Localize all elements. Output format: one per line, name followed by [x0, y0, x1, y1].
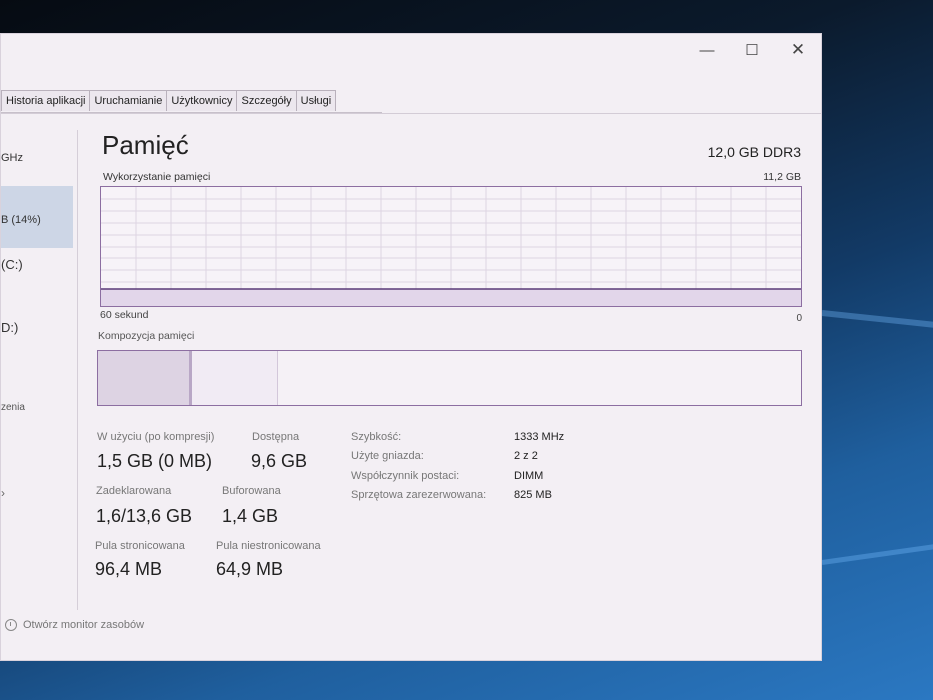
wallpaper-light-beam	[821, 310, 933, 330]
paged-pool-label: Pula stronicowana	[95, 540, 185, 552]
hardware-reserved-value: 825 MB	[514, 489, 552, 501]
tab-bar: Historia aplikacji Uruchamianie Użytkown…	[1, 90, 382, 113]
tab-bar-divider	[1, 113, 821, 114]
available-value: 9,6 GB	[251, 451, 308, 471]
sidebar-divider	[77, 130, 78, 610]
tab-app-history[interactable]: Historia aplikacji	[1, 90, 91, 111]
memory-usage-graph	[100, 186, 802, 307]
paged-pool-value: 96,4 MB	[95, 559, 163, 579]
page-title: Pamięć	[102, 130, 189, 160]
committed-label: Zadeklarowana	[96, 485, 172, 497]
resource-monitor-icon	[5, 619, 17, 631]
title-bar[interactable]: — ☐ ✕	[1, 34, 821, 72]
in-use-label: W użyciu (po kompresji)	[97, 431, 215, 443]
minimize-button[interactable]: —	[687, 38, 727, 62]
sidebar-item-devices[interactable]: zenia	[1, 402, 25, 413]
in-use-value: 1,5 GB (0 MB)	[97, 451, 213, 471]
maximize-button[interactable]: ☐	[732, 38, 772, 62]
usage-graph-label: Wykorzystanie pamięci	[103, 171, 211, 183]
sidebar-item-disk-d[interactable]: D:)	[1, 320, 18, 335]
wallpaper-light-beam	[821, 541, 933, 565]
task-manager-window: — ☐ ✕ Historia aplikacji Uruchamianie Uż…	[0, 33, 822, 661]
usage-graph-max: 11,2 GB	[763, 171, 801, 183]
composition-standby-segment[interactable]	[192, 351, 278, 405]
performance-sidebar: GHz B (14%) (C:) D:) zenia ›	[1, 114, 76, 634]
sidebar-item-memory[interactable]: B (14%)	[1, 186, 73, 248]
usage-area	[101, 289, 801, 306]
form-factor-label: Współczynnik postaci:	[351, 470, 460, 482]
cached-label: Buforowana	[222, 485, 281, 497]
tab-services[interactable]: Usługi	[295, 90, 337, 111]
sidebar-item-memory-label: B (14%)	[1, 214, 41, 226]
nonpaged-pool-value: 64,9 MB	[216, 559, 284, 579]
slots-used-label: Użyte gniazda:	[351, 450, 424, 462]
nonpaged-pool-label: Pula niestronicowana	[216, 540, 321, 552]
slots-used-value: 2 z 2	[514, 450, 538, 462]
tab-users[interactable]: Użytkownicy	[166, 90, 238, 111]
sidebar-item-disk-c[interactable]: (C:)	[1, 257, 23, 272]
committed-value: 1,6/13,6 GB	[96, 506, 193, 526]
sidebar-item-cpu[interactable]: GHz	[1, 152, 23, 164]
composition-in-use-segment[interactable]	[98, 351, 191, 405]
speed-value: 1333 MHz	[514, 431, 565, 443]
graph-time-zero: 0	[796, 313, 802, 324]
cached-value: 1,4 GB	[222, 506, 279, 526]
usage-graph-canvas	[101, 187, 801, 306]
close-button[interactable]: ✕	[778, 38, 818, 62]
chevron-right-icon[interactable]: ›	[1, 486, 5, 500]
memory-type: 12,0 GB DDR3	[707, 144, 801, 160]
tab-startup[interactable]: Uruchamianie	[89, 90, 168, 111]
available-label: Dostępna	[252, 431, 300, 443]
open-resource-monitor-link[interactable]: Otwórz monitor zasobów	[5, 619, 144, 631]
memory-composition-bar	[97, 350, 802, 406]
hardware-reserved-label: Sprzętowa zarezerwowana:	[351, 489, 487, 501]
open-resource-monitor-label: Otwórz monitor zasobów	[23, 619, 145, 631]
speed-label: Szybkość:	[351, 431, 402, 443]
graph-time-label: 60 sekund	[100, 309, 149, 321]
tab-details[interactable]: Szczegóły	[236, 90, 297, 111]
form-factor-value: DIMM	[514, 470, 544, 482]
composition-label: Kompozycja pamięci	[98, 330, 195, 342]
